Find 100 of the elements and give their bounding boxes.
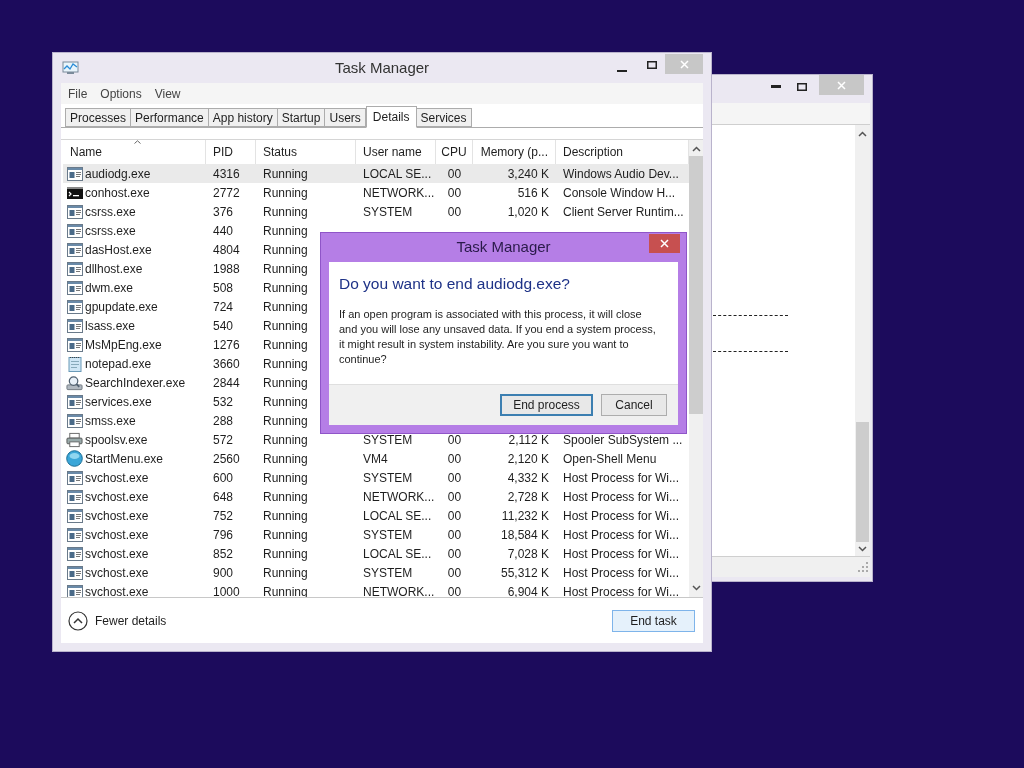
table-cell-text: 4,332 K bbox=[507, 469, 549, 487]
table-cell-text: Running bbox=[263, 488, 308, 506]
table-cell-text: 4316 bbox=[213, 165, 240, 183]
table-cell-text: Host Process for Wi... bbox=[563, 469, 680, 487]
fewer-details-label: Fewer details bbox=[95, 612, 167, 630]
table-cell-text: 2,728 K bbox=[507, 488, 549, 506]
table-cell-text: 2,112 K bbox=[508, 431, 549, 449]
table-cell-text: Running bbox=[263, 165, 308, 183]
process-name: svchost.exe bbox=[85, 583, 149, 597]
table-cell-text: Running bbox=[263, 545, 308, 563]
table-cell-text: Running bbox=[263, 564, 308, 582]
table-cell-text: 796 bbox=[213, 526, 234, 544]
table-cell-text: Host Process for Wi... bbox=[563, 526, 680, 544]
table-cell-text: 4804 bbox=[213, 241, 240, 259]
table-cell-text: SYSTEM bbox=[363, 526, 413, 544]
process-name: StartMenu.exe bbox=[85, 450, 164, 468]
process-name: svchost.exe bbox=[85, 526, 149, 544]
table-cell-text: 440 bbox=[213, 222, 234, 240]
table-cell-text: Host Process for Wi... bbox=[563, 488, 680, 506]
table-cell-text: 7,028 K bbox=[507, 545, 549, 563]
table-cell-text: 600 bbox=[213, 469, 234, 487]
table-cell-text: LOCAL SE... bbox=[363, 165, 432, 183]
table-cell-text: Running bbox=[263, 241, 308, 259]
table-cell-text: SYSTEM bbox=[363, 431, 413, 449]
process-name: SearchIndexer.exe bbox=[85, 374, 186, 392]
table-cell-text: NETWORK... bbox=[363, 184, 435, 202]
dialog-title: Task Manager bbox=[456, 237, 551, 258]
table-cell-text: 900 bbox=[213, 564, 234, 582]
process-name: dwm.exe bbox=[85, 279, 134, 297]
table-cell-text: Running bbox=[263, 298, 308, 316]
table-cell-text: 532 bbox=[213, 393, 234, 411]
table-cell-text: 2844 bbox=[213, 374, 240, 392]
table-cell-text: Open-Shell Menu bbox=[563, 450, 657, 468]
table-cell-text: 724 bbox=[213, 298, 234, 316]
table-cell-text: Running bbox=[263, 317, 308, 335]
process-name: dllhost.exe bbox=[85, 260, 143, 278]
table-cell-text: Running bbox=[263, 431, 308, 449]
process-name: conhost.exe bbox=[85, 184, 150, 202]
table-cell-text: 00 bbox=[447, 583, 462, 597]
process-name: audiodg.exe bbox=[85, 165, 151, 183]
table-cell-text: 00 bbox=[447, 450, 462, 468]
process-name: MsMpEng.exe bbox=[85, 336, 162, 354]
table-cell-text: Windows Audio Dev... bbox=[563, 165, 679, 183]
table-cell-text: Running bbox=[263, 260, 308, 278]
process-name: csrss.exe bbox=[85, 203, 136, 221]
process-name: svchost.exe bbox=[85, 488, 149, 506]
table-cell-text: Spooler SubSystem ... bbox=[563, 431, 683, 449]
table-cell-text: Running bbox=[263, 336, 308, 354]
table-cell-text: Running bbox=[263, 184, 308, 202]
table-cell-text: Running bbox=[263, 507, 308, 525]
table-cell-text: 00 bbox=[447, 431, 462, 449]
process-name: notepad.exe bbox=[85, 355, 152, 373]
process-name: dasHost.exe bbox=[85, 241, 152, 259]
process-name: svchost.exe bbox=[85, 564, 149, 582]
process-name: gpupdate.exe bbox=[85, 298, 158, 316]
dialog-message: If an open program is associated with this process, it will close and you will lose any unsaved data. If you end a system process, it might result in system instability. Are you sure you want to continue? bbox=[339, 307, 657, 367]
table-cell-text: Host Process for Wi... bbox=[563, 545, 680, 563]
table-cell-text: 00 bbox=[447, 184, 462, 202]
table-cell-text: 3,240 K bbox=[507, 165, 549, 183]
table-cell-text: NETWORK... bbox=[363, 583, 435, 597]
table-cell-text: 00 bbox=[447, 488, 462, 506]
table-cell-text: Running bbox=[263, 203, 308, 221]
table-cell-text: 852 bbox=[213, 545, 234, 563]
table-cell-text: 2772 bbox=[213, 184, 240, 202]
table-cell-text: NETWORK... bbox=[363, 488, 435, 506]
table-cell-text: Host Process for Wi... bbox=[563, 564, 680, 582]
process-name: csrss.exe bbox=[85, 222, 136, 240]
table-cell-text: LOCAL SE... bbox=[363, 545, 432, 563]
table-cell-text: Running bbox=[263, 469, 308, 487]
table-cell-text: Console Window H... bbox=[563, 184, 676, 202]
table-cell-text: 11,232 K bbox=[501, 507, 549, 525]
table-cell-text: 376 bbox=[213, 203, 234, 221]
table-cell-text: 572 bbox=[213, 431, 234, 449]
table-cell-text: 1000 bbox=[213, 583, 240, 597]
table-cell-text: SYSTEM bbox=[363, 469, 413, 487]
table-cell-text: Running bbox=[263, 450, 308, 468]
table-cell-text: 1,020 K bbox=[507, 203, 549, 221]
table-cell-text: 540 bbox=[213, 317, 234, 335]
process-name: smss.exe bbox=[85, 412, 136, 430]
process-name: spoolsv.exe bbox=[85, 431, 148, 449]
table-cell-text: 6,904 K bbox=[507, 583, 549, 597]
table-cell-text: Running bbox=[263, 526, 308, 544]
process-name: lsass.exe bbox=[85, 317, 136, 335]
table-cell-text: Client Server Runtim... bbox=[563, 203, 684, 221]
table-cell-text: 1276 bbox=[213, 336, 240, 354]
table-cell-text: 752 bbox=[213, 507, 234, 525]
process-name: svchost.exe bbox=[85, 545, 149, 563]
table-cell-text: 00 bbox=[447, 507, 462, 525]
table-cell-text: 00 bbox=[447, 526, 462, 544]
table-cell-text: 648 bbox=[213, 488, 234, 506]
process-name: svchost.exe bbox=[85, 469, 149, 487]
table-cell-text: 508 bbox=[213, 279, 234, 297]
table-cell-text: 18,584 K bbox=[500, 526, 549, 544]
table-cell-text: 00 bbox=[447, 203, 462, 221]
table-cell-text: Running bbox=[263, 393, 308, 411]
table-cell-text: Host Process for Wi... bbox=[563, 507, 680, 525]
table-cell-text: 3660 bbox=[213, 355, 240, 373]
table-cell-text: 288 bbox=[213, 412, 234, 430]
table-cell-text: Running bbox=[263, 279, 308, 297]
table-cell-text: VM4 bbox=[363, 450, 388, 468]
